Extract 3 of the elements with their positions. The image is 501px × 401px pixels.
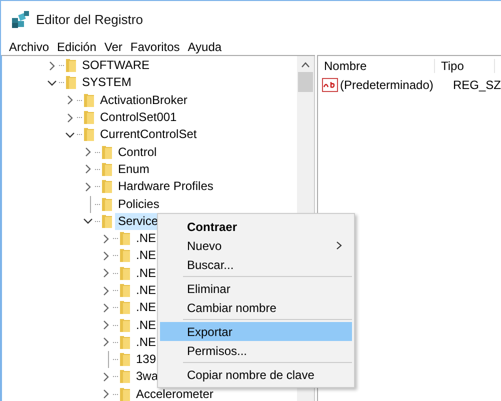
value-name: (Predeterminado) xyxy=(338,78,434,92)
window-title: Editor del Registro xyxy=(36,12,143,27)
value-type: REG_SZ xyxy=(452,78,501,92)
